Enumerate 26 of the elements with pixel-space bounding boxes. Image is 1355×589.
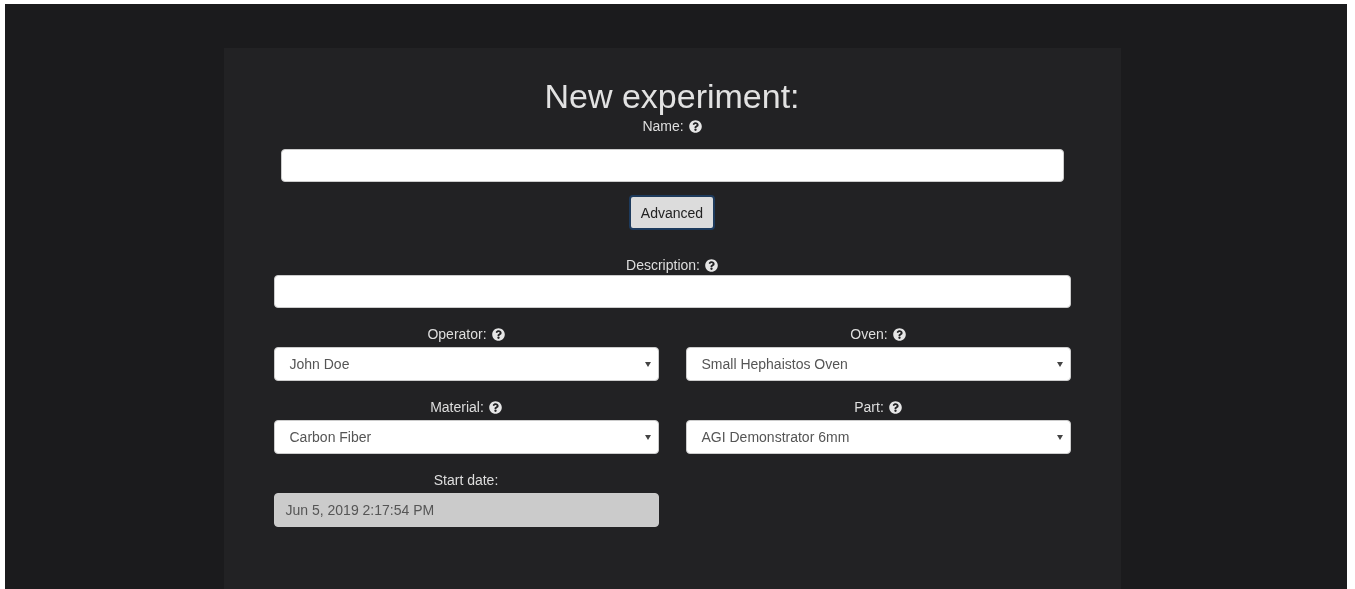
date-field: Jun 5, 2019 2:17:54 PM xyxy=(273,493,659,527)
caret-icon xyxy=(644,434,651,440)
help-icon[interactable] xyxy=(892,327,906,341)
caret-icon xyxy=(644,361,651,367)
select-field[interactable]: Carbon Fiber xyxy=(273,420,659,454)
help-icon[interactable] xyxy=(488,400,502,414)
caret-icon xyxy=(1056,361,1063,367)
field-label: Description: xyxy=(626,257,700,273)
field-label: Start date: xyxy=(433,472,499,488)
advanced-button[interactable]: Advanced xyxy=(628,195,716,230)
help-icon[interactable] xyxy=(888,400,902,414)
form-title: New experiment: xyxy=(544,76,800,116)
select-field[interactable]: John Doe xyxy=(273,347,659,381)
name-input[interactable] xyxy=(280,149,1064,182)
select-field[interactable]: AGI Demonstrator 6mm xyxy=(685,420,1071,454)
field-label: Name: xyxy=(642,118,684,134)
help-icon[interactable] xyxy=(704,258,718,272)
field-label: Material: xyxy=(430,399,484,415)
field-label: Oven: xyxy=(850,326,888,342)
description-input[interactable] xyxy=(273,275,1071,308)
field-label: Part: xyxy=(854,399,884,415)
field-label: Operator: xyxy=(427,326,487,342)
select-field[interactable]: Small Hephaistos Oven xyxy=(685,347,1071,381)
caret-icon xyxy=(1056,434,1063,440)
help-icon[interactable] xyxy=(491,327,505,341)
help-icon[interactable] xyxy=(688,119,702,133)
